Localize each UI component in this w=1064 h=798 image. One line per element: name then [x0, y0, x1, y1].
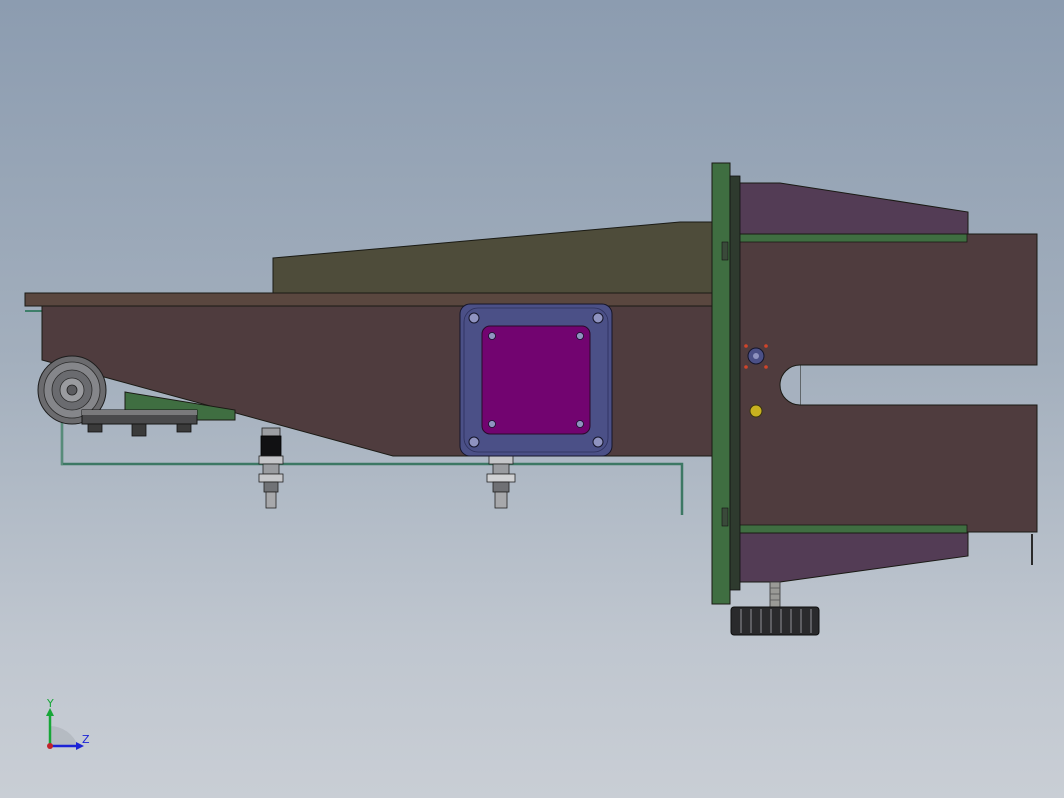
z-axis-label: Z [82, 733, 90, 746]
left-bolt-assembly[interactable] [258, 427, 284, 509]
coordinate-triad [46, 708, 84, 750]
origin-point [47, 743, 53, 749]
cad-viewport[interactable]: Y Z [0, 0, 1064, 798]
vertical-mount-plate[interactable] [711, 162, 731, 605]
top-plate[interactable] [272, 221, 719, 294]
y-axis-label: Y [47, 697, 54, 710]
adjust-knob[interactable] [730, 581, 820, 636]
assembly-drawing[interactable] [0, 0, 1064, 798]
lower-wedge[interactable] [734, 532, 969, 583]
timing-belt[interactable] [81, 409, 198, 437]
upper-wedge[interactable] [734, 182, 969, 235]
motor-mount[interactable] [459, 303, 613, 457]
middle-bolt-assembly[interactable] [486, 455, 516, 509]
top-rail[interactable] [24, 292, 716, 307]
indicator-light[interactable] [749, 404, 763, 418]
